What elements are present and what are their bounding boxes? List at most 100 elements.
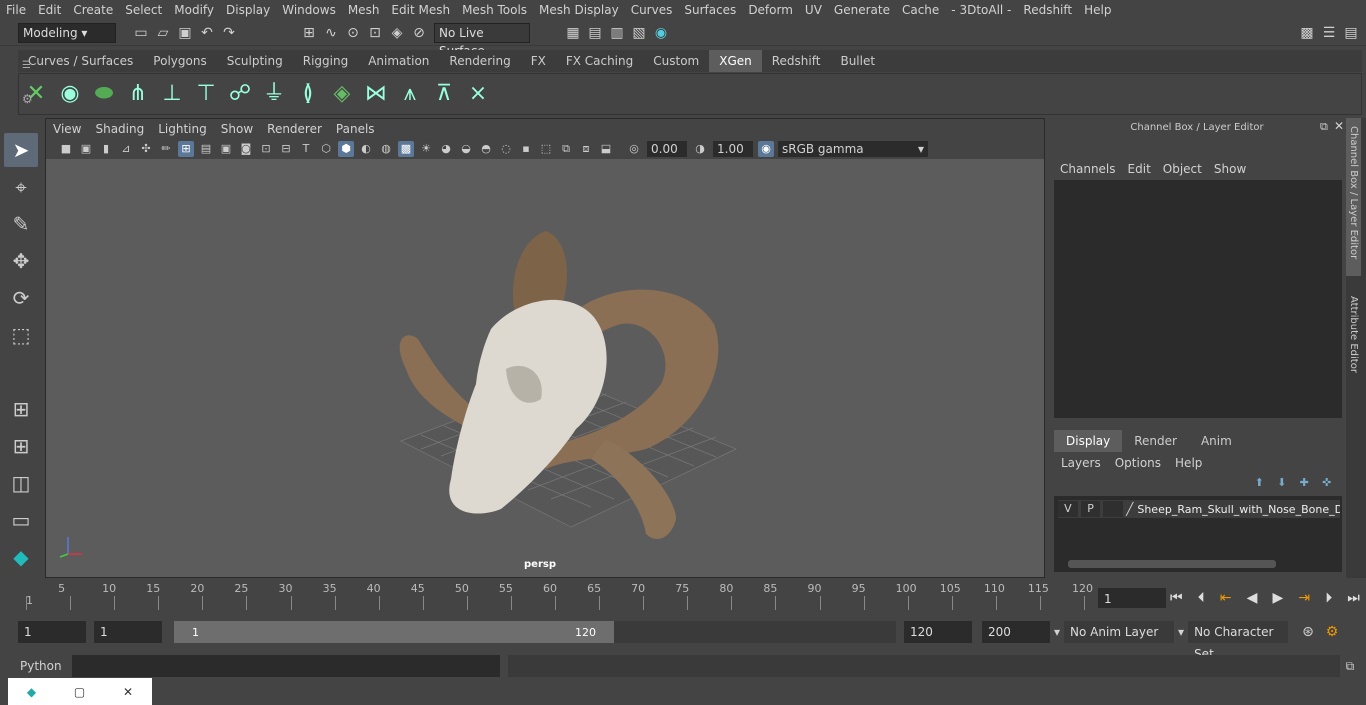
command-input[interactable]	[71, 655, 500, 677]
shelf-tab-curves-surfaces[interactable]: Curves / Surfaces	[18, 50, 143, 72]
menu-help[interactable]: Help	[1078, 0, 1117, 20]
menu-edit-mesh[interactable]: Edit Mesh	[385, 0, 456, 20]
textured-icon[interactable]: ▩	[398, 141, 414, 157]
shelf-tab-polygons[interactable]: Polygons	[143, 50, 216, 72]
xgen-place-guide-icon[interactable]: ⊥	[158, 79, 186, 109]
xgen-description-icon[interactable]: ⬬	[90, 79, 118, 109]
range-slider-track[interactable]	[614, 621, 896, 643]
image-plane-icon[interactable]: ⊿	[118, 141, 134, 157]
open-scene-icon[interactable]: ▱	[154, 24, 172, 42]
chevron-down-icon[interactable]: ▾	[1178, 625, 1184, 639]
auto-key-icon[interactable]: ⊛	[1302, 624, 1314, 640]
xgen-lock-guide-icon[interactable]: ⏚	[260, 79, 288, 109]
colorspace-select[interactable]: sRGB gamma ▾	[778, 141, 928, 157]
shelf-tab-animation[interactable]: Animation	[358, 50, 439, 72]
mode-select[interactable]: Modeling ▾	[18, 22, 116, 43]
maya-app-icon[interactable]: ◆	[27, 685, 36, 699]
play-forward-icon[interactable]: ▶	[1273, 590, 1284, 606]
layer-menu-options[interactable]: Options	[1108, 452, 1168, 474]
hypershade-icon[interactable]: ◉	[652, 24, 670, 42]
time-slider[interactable]: 1 5 10 15 20 25 30 35 40 45 50 55 60 65 70 75 80 85 90 95 10…	[18, 580, 1093, 612]
side-tab-channel-box-layer-editor[interactable]: Channel Box / Layer Editor	[1346, 118, 1361, 276]
screen-space-ao-icon[interactable]: ◒	[458, 141, 474, 157]
anti-alias-icon[interactable]: ◌	[498, 141, 514, 157]
xgen-guide-length-icon[interactable]: ⊼	[430, 79, 458, 109]
xgen-groom-icon[interactable]: ⩚	[396, 79, 424, 109]
layer-menu-layers[interactable]: Layers	[1054, 452, 1108, 474]
move-layer-down-icon[interactable]: ⬇	[1277, 476, 1286, 489]
playback-start-field[interactable]: 1	[94, 621, 162, 643]
step-forward-key-icon[interactable]: ⇥	[1298, 590, 1310, 606]
menu-surfaces[interactable]: Surfaces	[678, 0, 742, 20]
use-default-material-icon[interactable]: ◐	[358, 141, 374, 157]
shelf-tab-custom[interactable]: Custom	[643, 50, 709, 72]
menu-mesh-display[interactable]: Mesh Display	[533, 0, 625, 20]
grease-pencil-icon[interactable]: ✏	[158, 141, 174, 157]
shelf-tab-rendering[interactable]: Rendering	[439, 50, 520, 72]
2d-pan-icon[interactable]: ✣	[138, 141, 154, 157]
xgen-add-guide-icon[interactable]: ⋔	[124, 79, 152, 109]
select-tool-icon[interactable]: ➤	[4, 133, 38, 167]
xgen-surface-icon[interactable]: ◈	[328, 79, 356, 109]
viewport-menu-panels[interactable]: Panels	[329, 119, 382, 139]
menu-curves[interactable]: Curves	[625, 0, 679, 20]
channel-menu-show[interactable]: Show	[1208, 158, 1252, 180]
channel-box-list[interactable]	[1054, 180, 1342, 418]
color-management-icon[interactable]: ◉	[758, 141, 774, 157]
scene-start-field[interactable]: 1	[18, 621, 86, 643]
xray-components-icon[interactable]: ⬓	[598, 141, 614, 157]
render-icon[interactable]: ▤	[586, 24, 604, 42]
depth-of-field-icon[interactable]: ▪	[518, 141, 534, 157]
lasso-tool-icon[interactable]: ⌖	[4, 170, 38, 204]
menu-create[interactable]: Create	[67, 0, 119, 20]
shelf-tab-fx-caching[interactable]: FX Caching	[556, 50, 643, 72]
camera-select-icon[interactable]: ■	[58, 141, 74, 157]
isolate-select-icon[interactable]: ⬚	[538, 141, 554, 157]
safe-title-icon[interactable]: T	[298, 141, 314, 157]
layer-list-scrollbar[interactable]	[1068, 560, 1276, 568]
tab-display[interactable]: Display	[1054, 430, 1123, 452]
camera-attributes-icon[interactable]: ▣	[78, 141, 94, 157]
side-tab-attribute-editor[interactable]: Attribute Editor	[1346, 288, 1361, 381]
viewport-menu-shading[interactable]: Shading	[88, 119, 151, 139]
layout-quad-icon[interactable]: ⊞	[4, 429, 38, 463]
menu-display[interactable]: Display	[220, 0, 276, 20]
shelf-tab-sculpting[interactable]: Sculpting	[217, 50, 293, 72]
layer-row[interactable]: V P ╱ Sheep_Ram_Skull_with_Nose_Bone_D	[1058, 500, 1340, 518]
chevron-down-icon[interactable]: ▾	[1054, 625, 1060, 639]
tab-anim[interactable]: Anim	[1189, 430, 1244, 452]
viewport-menu-view[interactable]: View	[46, 119, 88, 139]
shelf-settings-icon[interactable]: ⚙	[22, 92, 34, 106]
menu-select[interactable]: Select	[119, 0, 168, 20]
layer-menu-help[interactable]: Help	[1168, 452, 1209, 474]
tab-render[interactable]: Render	[1122, 430, 1189, 452]
layer-playback-toggle[interactable]: P	[1080, 501, 1101, 517]
snap-point-icon[interactable]: ⊙	[344, 24, 362, 42]
channel-menu-object[interactable]: Object	[1157, 158, 1208, 180]
wireframe-icon[interactable]: ⬡	[318, 141, 334, 157]
current-frame-field[interactable]: 1	[1098, 588, 1166, 608]
snap-grid-icon[interactable]: ⊞	[300, 24, 318, 42]
layer-color-icon[interactable]: ╱	[1126, 502, 1133, 516]
show-manipulator-icon[interactable]: ⊞	[4, 392, 38, 426]
new-scene-icon[interactable]: ▭	[132, 24, 150, 42]
menu-cache[interactable]: Cache	[896, 0, 945, 20]
rotate-tool-icon[interactable]: ⟳	[4, 281, 38, 315]
layer-name[interactable]: Sheep_Ram_Skull_with_Nose_Bone_D	[1137, 503, 1340, 516]
3d-viewport[interactable]: persp	[46, 159, 1044, 577]
redo-icon[interactable]: ↷	[220, 24, 238, 42]
xgen-guide-add-icon[interactable]: ⊤	[192, 79, 220, 109]
anim-layer-field[interactable]: No Anim Layer	[1064, 621, 1175, 643]
animation-prefs-icon[interactable]: ⚙	[1326, 624, 1339, 640]
script-editor-icon[interactable]: ⧉	[1346, 659, 1355, 674]
grid-toggle-icon[interactable]: ⊞	[178, 141, 194, 157]
shelf-tab-xgen[interactable]: XGen	[709, 50, 762, 72]
exposure-field[interactable]: 0.00	[647, 141, 687, 157]
save-scene-icon[interactable]: ▣	[176, 24, 194, 42]
gamma-icon[interactable]: ◑	[692, 141, 708, 157]
float-icon[interactable]: ⧉	[1320, 120, 1328, 134]
shelf-menu-icon[interactable]: ☰	[22, 60, 34, 71]
menu-generate[interactable]: Generate	[828, 0, 896, 20]
field-chart-icon[interactable]: ⊡	[258, 141, 274, 157]
step-back-icon[interactable]: ⏴	[1198, 590, 1205, 606]
